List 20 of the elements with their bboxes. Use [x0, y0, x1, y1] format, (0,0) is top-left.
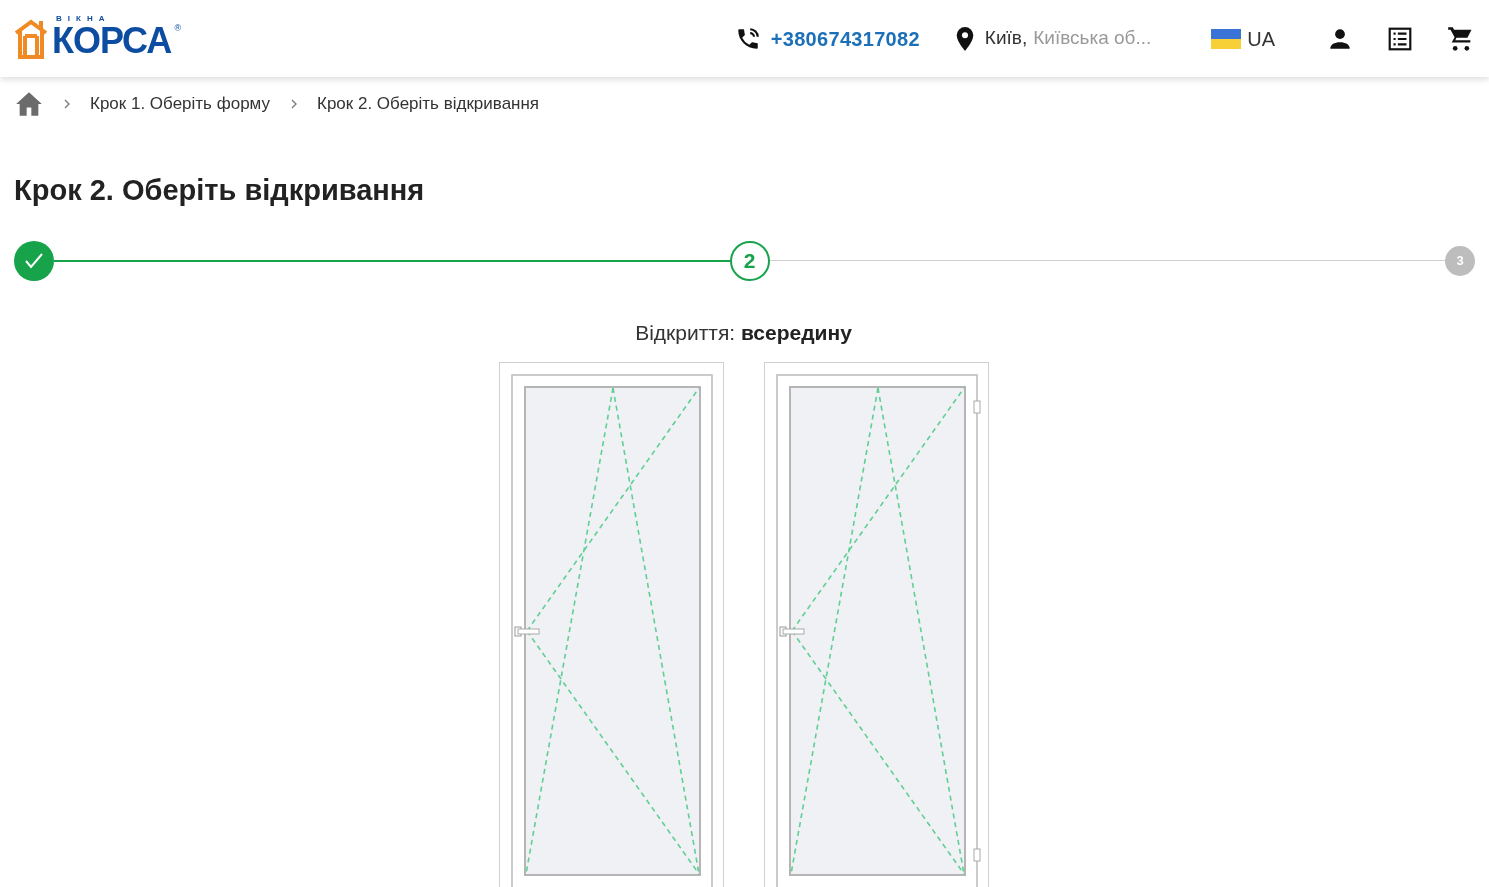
- phone-link[interactable]: +380674317082: [770, 23, 920, 54]
- page-title: Крок 2. Оберіть відкривання: [13, 173, 426, 208]
- step-indicator: 3: [1445, 245, 1475, 276]
- house-icon: [14, 18, 48, 59]
- hinge-icon: [973, 848, 980, 862]
- handle-icon: [779, 626, 804, 637]
- breadcrumb-link[interactable]: Крок 2. Оберіть відкривання: [317, 91, 540, 117]
- flag-icon: [1211, 28, 1242, 49]
- opening-label: Відкриття: всередину: [634, 319, 853, 346]
- logo-wordmark: КОРСА: [52, 22, 172, 59]
- registered-mark: ®: [174, 22, 182, 33]
- chevron-icon: [63, 98, 71, 110]
- chevron-icon: [290, 98, 298, 110]
- location-city[interactable]: Київ,: [984, 24, 1028, 53]
- step-complete-icon[interactable]: [14, 240, 54, 281]
- home-icon[interactable]: [15, 91, 43, 117]
- list-icon[interactable]: [1387, 25, 1413, 52]
- handle-icon: [514, 626, 539, 637]
- breadcrumb-link[interactable]: Крок 1. Оберіть форму: [90, 91, 270, 117]
- language-selector[interactable]: UA: [1247, 23, 1275, 54]
